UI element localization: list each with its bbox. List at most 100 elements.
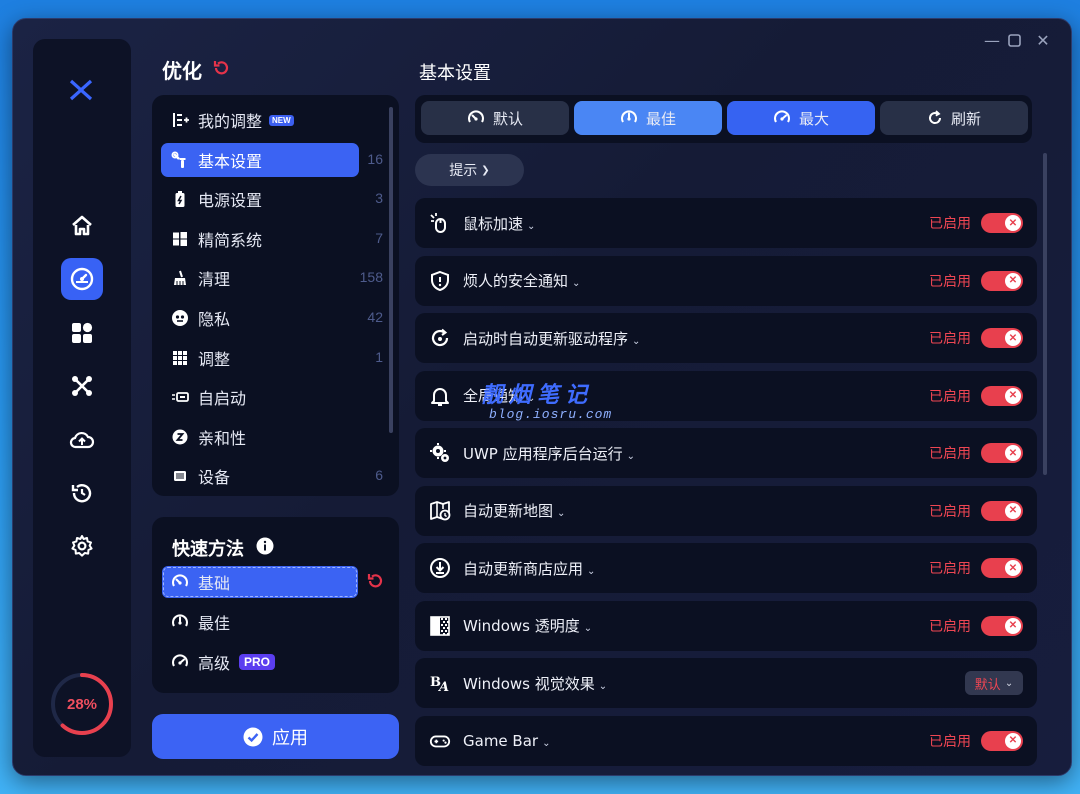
startup-icon: [171, 388, 189, 406]
mode-button-3[interactable]: 刷新: [880, 101, 1028, 135]
nav-item-5[interactable]: 隐私: [161, 301, 359, 335]
battery-icon: [171, 190, 189, 208]
rail-home[interactable]: [61, 205, 103, 247]
rail-apps[interactable]: [61, 312, 103, 354]
nav-item-8[interactable]: 亲和性: [161, 420, 359, 454]
setting-label-text: Game Bar: [463, 731, 539, 750]
setting-label-text: 全局通知: [463, 387, 524, 405]
setting-label[interactable]: 鼠标加速 ⌄: [463, 213, 535, 234]
quick-method-2[interactable]: 高级 PRO: [162, 646, 358, 678]
setting-label[interactable]: 自动更新商店应用 ⌄: [463, 558, 595, 579]
apply-button[interactable]: 应用: [152, 714, 399, 759]
nav-item-count: 7: [375, 229, 383, 246]
maximize-button[interactable]: [1001, 29, 1027, 51]
gauge-low-icon: [467, 109, 485, 127]
nav-item-label: 自启动: [198, 389, 247, 409]
chevron-down-icon: ⌄: [632, 335, 641, 347]
optimize-nav: 我的调整 NEW 基本设置 16 电源设置 3 精简系统 7 清理 158 隐私 42 调整 1 自启动 亲和…: [152, 95, 399, 496]
setting-label-text: 烦人的安全通知: [463, 272, 569, 290]
tips-dropdown[interactable]: 提示 ❯: [415, 154, 524, 186]
setting-label[interactable]: Game Bar ⌄: [463, 732, 550, 750]
setting-toggle[interactable]: ✕: [981, 328, 1023, 348]
mode-button-1[interactable]: 最佳: [574, 101, 722, 135]
chevron-down-icon: ⌄: [527, 393, 536, 404]
setting-row: Windows 透明度 ⌄ 已启用 ✕: [415, 600, 1037, 651]
setting-row: 启动时自动更新驱动程序 ⌄ 已启用 ✕: [415, 313, 1037, 363]
close-icon: ✕: [1005, 272, 1021, 289]
setting-select[interactable]: 默认 ⌄: [965, 671, 1023, 695]
quick-method-1[interactable]: 最佳: [162, 606, 358, 638]
rail-network[interactable]: [61, 365, 103, 407]
broom-icon: [171, 269, 189, 287]
grid-icon: [72, 322, 93, 343]
mode-toolbar: 默认 最佳 最大 刷新: [415, 95, 1032, 143]
setting-label[interactable]: Windows 透明度 ⌄: [463, 615, 592, 636]
nav-item-3[interactable]: 精简系统: [161, 222, 359, 256]
sidebar-rail: 28%: [33, 39, 131, 757]
info-icon[interactable]: [256, 537, 274, 559]
nav-item-label: 清理: [198, 270, 231, 290]
rail-backup[interactable]: [61, 472, 103, 514]
rail-settings[interactable]: [61, 525, 103, 567]
setting-label-text: 自动更新地图: [463, 502, 554, 520]
tips-label: 提示: [449, 163, 478, 179]
nav-item-6[interactable]: 调整: [161, 341, 359, 375]
setting-toggle[interactable]: ✕: [981, 213, 1023, 233]
close-icon: ✕: [1005, 560, 1021, 576]
gear-icon: [71, 535, 93, 557]
nav-item-2[interactable]: 电源设置: [161, 182, 359, 216]
setting-label[interactable]: Windows 视觉效果 ⌄: [463, 673, 607, 694]
status-text: 已启用: [929, 446, 971, 462]
setting-toggle[interactable]: ✕: [981, 730, 1023, 751]
setting-label[interactable]: 烦人的安全通知 ⌄: [463, 270, 580, 291]
close-icon: ✕: [1005, 445, 1021, 461]
chevron-down-icon: ⌄: [587, 565, 596, 577]
nav-item-label: 调整: [198, 349, 231, 369]
setting-label[interactable]: 自动更新地图 ⌄: [463, 500, 565, 521]
nav-item-9[interactable]: 设备: [161, 459, 359, 493]
my-tweaks-icon: [171, 111, 189, 129]
close-icon: ✕: [1005, 330, 1021, 346]
windows-icon: [171, 230, 189, 248]
gauge-mid-icon: [171, 613, 189, 631]
nav-item-7[interactable]: 自启动: [161, 380, 359, 414]
setting-toggle[interactable]: ✕: [981, 443, 1023, 463]
driver-update-icon: [429, 327, 451, 349]
quick-method-label: 基础: [198, 574, 231, 593]
nav-item-4[interactable]: 清理: [161, 261, 359, 295]
setting-toggle[interactable]: ✕: [981, 500, 1023, 521]
nav-item-count: 6: [375, 467, 383, 484]
setting-label[interactable]: 启动时自动更新驱动程序 ⌄: [463, 328, 640, 349]
nav-scrollbar[interactable]: [389, 107, 393, 433]
close-button[interactable]: ✕: [1030, 29, 1056, 51]
quick-methods-title: 快速方法: [172, 539, 244, 560]
nav-item-label: 设备: [198, 468, 231, 488]
reset-button[interactable]: [212, 59, 230, 81]
rail-cloud[interactable]: [61, 419, 103, 461]
setting-toggle[interactable]: ✕: [981, 270, 1023, 291]
setting-toggle[interactable]: ✕: [981, 385, 1023, 406]
setting-label[interactable]: 全局通知 ⌄: [463, 385, 535, 406]
setting-label[interactable]: UWP 应用程序后台运行 ⌄: [463, 443, 635, 464]
tools-icon: [171, 151, 189, 169]
home-icon: [72, 215, 92, 236]
quick-method-0[interactable]: 基础: [162, 566, 358, 598]
setting-toggle[interactable]: ✕: [981, 615, 1023, 636]
gauge-high-icon: [773, 109, 791, 127]
status-text: 已启用: [929, 273, 971, 290]
mode-label: 最大: [798, 109, 829, 128]
close-icon: ✕: [1005, 502, 1021, 519]
settings-scrollbar[interactable]: [1043, 153, 1047, 475]
setting-toggle[interactable]: ✕: [981, 558, 1023, 578]
setting-label-text: 自动更新商店应用: [463, 559, 584, 578]
nav-item-0[interactable]: 我的调整 NEW: [161, 103, 359, 137]
history-icon: [71, 484, 92, 503]
quick-reset-button[interactable]: [366, 572, 384, 594]
nav-item-1[interactable]: 基本设置: [161, 142, 359, 177]
mode-button-0[interactable]: 默认: [421, 101, 569, 135]
svg-text:A: A: [437, 680, 449, 694]
setting-row: 全局通知 ⌄ 已启用 ✕: [415, 370, 1037, 421]
close-icon: ✕: [1005, 387, 1021, 404]
mode-button-2[interactable]: 最大: [727, 101, 875, 135]
rail-optimize[interactable]: [61, 258, 103, 300]
